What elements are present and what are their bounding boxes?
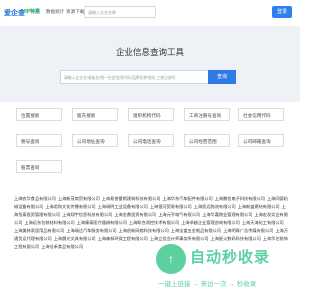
watermark-badge: ↑ 自动秒收录 一键上链接 → 来访一次 → 秒收录 xyxy=(150,238,300,300)
nav-data-stats[interactable]: 数据统计 xyxy=(46,9,64,15)
company-link[interactable]: 上海农华食品有限公司 xyxy=(14,196,56,201)
category-shareholder-search[interactable]: 股东搜索 xyxy=(72,108,118,121)
nav-resource-download[interactable]: 资源下载 xyxy=(66,9,84,15)
category-org-code[interactable]: 组织机构代码 xyxy=(128,108,174,121)
company-link[interactable]: 上海君和文化传播有限公司 xyxy=(45,204,95,209)
company-link[interactable]: 上海康泰医疗器械有限公司 xyxy=(77,220,127,225)
top-navbar: 爱企查 VIP特惠 数据统计 资源下载 请输入企业名称 登录 xyxy=(0,0,300,27)
company-link[interactable]: 上海创新网络科技有限公司 xyxy=(119,228,169,233)
company-link[interactable]: 上海元亨电气有限公司 xyxy=(158,212,200,217)
watermark-brand: 自动秒收录 xyxy=(190,248,271,266)
category-company-address[interactable]: 公司地址查询 xyxy=(72,134,118,147)
vip-promo-link[interactable]: VIP特惠 xyxy=(22,8,40,15)
category-registration-number[interactable]: 工商注册号查询 xyxy=(184,108,230,121)
category-company-phone[interactable]: 公司电话查询 xyxy=(128,134,174,147)
company-link[interactable]: 上海易普雷斯建筑科技有限公司 xyxy=(102,196,161,201)
company-link[interactable]: 上海凯远物流有限公司 xyxy=(194,204,236,209)
company-link[interactable]: 上海晨光文具有限公司 xyxy=(54,236,96,241)
category-company-email[interactable]: 公司邮箱查询 xyxy=(238,134,284,147)
company-link[interactable]: 上海卓越企业管理咨询有限公司 xyxy=(181,220,240,225)
company-link[interactable]: 上海瑞达汽车服务有限公司 xyxy=(66,228,116,233)
company-link[interactable]: 上海森林环保工程有限公司 xyxy=(98,236,148,241)
header-search-input[interactable]: 请输入企业名称 xyxy=(84,6,156,18)
company-link[interactable]: 上海联合测控技术有限公司 xyxy=(129,220,179,225)
company-link[interactable]: 上海华东汽车配件有限公司 xyxy=(162,196,212,201)
company-link[interactable]: 上海明珠广告传媒有限公司 xyxy=(223,228,273,233)
category-credit-code[interactable]: 社会信用代码 xyxy=(238,108,284,121)
search-button[interactable]: 查询 xyxy=(208,70,236,84)
company-link[interactable]: 上海宝盛五金制品有限公司 xyxy=(171,228,221,233)
company-link[interactable]: 上海新茂商贸有限公司 xyxy=(58,196,100,201)
watermark-subtitle: 一键上链接 → 来访一次 → 秒收录 xyxy=(158,281,257,288)
category-tax-number[interactable]: 税号查询 xyxy=(16,134,62,147)
company-link[interactable]: 上海新盛建材有限公司 xyxy=(238,204,280,209)
company-link[interactable]: 上海瑞明工业设备有限公司 xyxy=(98,204,148,209)
login-button[interactable]: 登录 xyxy=(272,6,292,18)
category-business-scope[interactable]: 公司经营范围 xyxy=(184,134,230,147)
company-search-input[interactable]: 请输入企业名/老板名/统一社会信用代码/品牌名称/地址 工商注册号 xyxy=(60,70,208,84)
company-link[interactable]: 上海美林家居用品有限公司 xyxy=(14,228,64,233)
company-link[interactable]: 上海翔宇信息科技有限公司 xyxy=(62,212,112,217)
upload-arrow-icon: ↑ xyxy=(168,252,174,266)
category-stock-query[interactable]: 股票查询 xyxy=(16,160,62,173)
company-link[interactable]: 上海银河贸易有限公司 xyxy=(150,204,192,209)
hero-search-section: 企业信息查询工具 请输入企业名/老板名/统一社会信用代码/品牌名称/地址 工商注… xyxy=(0,26,300,102)
company-link[interactable]: 上海远东包装材料有限公司 xyxy=(24,220,74,225)
company-link[interactable]: 上海佳禾食品有限公司 xyxy=(41,244,83,249)
page-title: 企业信息查询工具 xyxy=(115,48,184,58)
company-link[interactable]: 上海金鼎投资有限公司 xyxy=(114,212,156,217)
company-link[interactable]: 上海鹏信电子科技有限公司 xyxy=(215,196,265,201)
company-link[interactable]: 上海华嘉物业管理有限公司 xyxy=(202,212,252,217)
category-location-search[interactable]: 位置搜索 xyxy=(16,108,62,121)
company-link[interactable]: 上海天海化工有限公司 xyxy=(242,220,284,225)
